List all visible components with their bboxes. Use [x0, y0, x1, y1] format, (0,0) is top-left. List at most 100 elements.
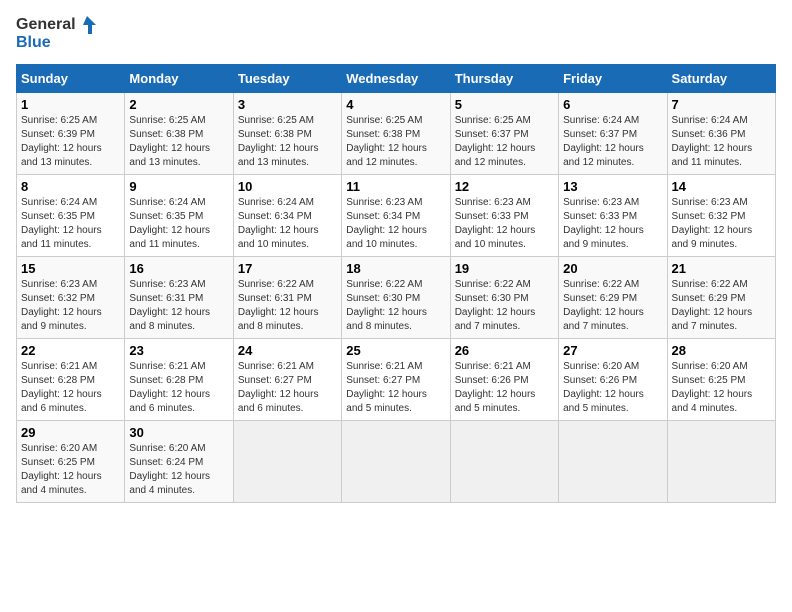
weekday-header: Saturday — [667, 65, 775, 93]
day-number: 8 — [21, 179, 120, 194]
day-info: Sunrise: 6:25 AMSunset: 6:37 PMDaylight:… — [455, 115, 536, 168]
day-number: 26 — [455, 343, 554, 358]
calendar-cell: 5 Sunrise: 6:25 AMSunset: 6:37 PMDayligh… — [450, 93, 558, 175]
day-number: 14 — [672, 179, 771, 194]
day-info: Sunrise: 6:23 AMSunset: 6:31 PMDaylight:… — [129, 279, 210, 332]
calendar-week-row: 22 Sunrise: 6:21 AMSunset: 6:28 PMDaylig… — [17, 339, 776, 421]
calendar-cell: 1 Sunrise: 6:25 AMSunset: 6:39 PMDayligh… — [17, 93, 125, 175]
day-number: 20 — [563, 261, 662, 276]
day-info: Sunrise: 6:22 AMSunset: 6:29 PMDaylight:… — [672, 279, 753, 332]
calendar-cell: 15 Sunrise: 6:23 AMSunset: 6:32 PMDaylig… — [17, 257, 125, 339]
day-number: 2 — [129, 97, 228, 112]
calendar-cell: 22 Sunrise: 6:21 AMSunset: 6:28 PMDaylig… — [17, 339, 125, 421]
calendar-cell: 29 Sunrise: 6:20 AMSunset: 6:25 PMDaylig… — [17, 421, 125, 503]
calendar-cell: 25 Sunrise: 6:21 AMSunset: 6:27 PMDaylig… — [342, 339, 450, 421]
day-info: Sunrise: 6:20 AMSunset: 6:24 PMDaylight:… — [129, 443, 210, 496]
day-info: Sunrise: 6:23 AMSunset: 6:32 PMDaylight:… — [672, 197, 753, 250]
day-number: 10 — [238, 179, 337, 194]
day-info: Sunrise: 6:24 AMSunset: 6:35 PMDaylight:… — [129, 197, 210, 250]
day-number: 12 — [455, 179, 554, 194]
day-number: 15 — [21, 261, 120, 276]
calendar-cell: 11 Sunrise: 6:23 AMSunset: 6:34 PMDaylig… — [342, 175, 450, 257]
calendar-cell: 24 Sunrise: 6:21 AMSunset: 6:27 PMDaylig… — [233, 339, 341, 421]
day-info: Sunrise: 6:23 AMSunset: 6:32 PMDaylight:… — [21, 279, 102, 332]
weekday-header: Tuesday — [233, 65, 341, 93]
calendar-cell: 13 Sunrise: 6:23 AMSunset: 6:33 PMDaylig… — [559, 175, 667, 257]
day-info: Sunrise: 6:20 AMSunset: 6:25 PMDaylight:… — [21, 443, 102, 496]
day-number: 5 — [455, 97, 554, 112]
calendar-cell: 7 Sunrise: 6:24 AMSunset: 6:36 PMDayligh… — [667, 93, 775, 175]
day-info: Sunrise: 6:23 AMSunset: 6:33 PMDaylight:… — [563, 197, 644, 250]
day-number: 7 — [672, 97, 771, 112]
day-info: Sunrise: 6:20 AMSunset: 6:26 PMDaylight:… — [563, 361, 644, 414]
day-number: 3 — [238, 97, 337, 112]
day-number: 11 — [346, 179, 445, 194]
calendar-cell — [450, 421, 558, 503]
weekday-header: Thursday — [450, 65, 558, 93]
day-number: 17 — [238, 261, 337, 276]
day-number: 29 — [21, 425, 120, 440]
day-number: 6 — [563, 97, 662, 112]
day-info: Sunrise: 6:22 AMSunset: 6:29 PMDaylight:… — [563, 279, 644, 332]
calendar-header: SundayMondayTuesdayWednesdayThursdayFrid… — [17, 65, 776, 93]
day-number: 21 — [672, 261, 771, 276]
calendar-cell — [233, 421, 341, 503]
calendar-cell: 30 Sunrise: 6:20 AMSunset: 6:24 PMDaylig… — [125, 421, 233, 503]
calendar-cell: 18 Sunrise: 6:22 AMSunset: 6:30 PMDaylig… — [342, 257, 450, 339]
logo: General Blue — [16, 16, 96, 52]
day-info: Sunrise: 6:20 AMSunset: 6:25 PMDaylight:… — [672, 361, 753, 414]
day-info: Sunrise: 6:25 AMSunset: 6:38 PMDaylight:… — [238, 115, 319, 168]
day-info: Sunrise: 6:21 AMSunset: 6:28 PMDaylight:… — [21, 361, 102, 414]
calendar-cell — [667, 421, 775, 503]
day-number: 4 — [346, 97, 445, 112]
calendar-cell: 21 Sunrise: 6:22 AMSunset: 6:29 PMDaylig… — [667, 257, 775, 339]
calendar-cell: 27 Sunrise: 6:20 AMSunset: 6:26 PMDaylig… — [559, 339, 667, 421]
day-number: 28 — [672, 343, 771, 358]
calendar-table: SundayMondayTuesdayWednesdayThursdayFrid… — [16, 64, 776, 503]
calendar-cell: 4 Sunrise: 6:25 AMSunset: 6:38 PMDayligh… — [342, 93, 450, 175]
calendar-cell: 9 Sunrise: 6:24 AMSunset: 6:35 PMDayligh… — [125, 175, 233, 257]
calendar-cell: 6 Sunrise: 6:24 AMSunset: 6:37 PMDayligh… — [559, 93, 667, 175]
calendar-cell: 16 Sunrise: 6:23 AMSunset: 6:31 PMDaylig… — [125, 257, 233, 339]
calendar-cell: 20 Sunrise: 6:22 AMSunset: 6:29 PMDaylig… — [559, 257, 667, 339]
day-info: Sunrise: 6:22 AMSunset: 6:31 PMDaylight:… — [238, 279, 319, 332]
calendar-cell: 12 Sunrise: 6:23 AMSunset: 6:33 PMDaylig… — [450, 175, 558, 257]
calendar-cell: 14 Sunrise: 6:23 AMSunset: 6:32 PMDaylig… — [667, 175, 775, 257]
calendar-cell: 28 Sunrise: 6:20 AMSunset: 6:25 PMDaylig… — [667, 339, 775, 421]
calendar-cell: 19 Sunrise: 6:22 AMSunset: 6:30 PMDaylig… — [450, 257, 558, 339]
calendar-week-row: 8 Sunrise: 6:24 AMSunset: 6:35 PMDayligh… — [17, 175, 776, 257]
day-number: 9 — [129, 179, 228, 194]
day-info: Sunrise: 6:21 AMSunset: 6:27 PMDaylight:… — [238, 361, 319, 414]
calendar-cell: 26 Sunrise: 6:21 AMSunset: 6:26 PMDaylig… — [450, 339, 558, 421]
calendar-cell — [342, 421, 450, 503]
day-info: Sunrise: 6:25 AMSunset: 6:39 PMDaylight:… — [21, 115, 102, 168]
day-info: Sunrise: 6:24 AMSunset: 6:34 PMDaylight:… — [238, 197, 319, 250]
weekday-header: Wednesday — [342, 65, 450, 93]
calendar-week-row: 15 Sunrise: 6:23 AMSunset: 6:32 PMDaylig… — [17, 257, 776, 339]
day-number: 19 — [455, 261, 554, 276]
calendar-cell: 2 Sunrise: 6:25 AMSunset: 6:38 PMDayligh… — [125, 93, 233, 175]
weekday-header: Friday — [559, 65, 667, 93]
page-header: General Blue — [16, 16, 776, 52]
calendar-cell — [559, 421, 667, 503]
day-number: 18 — [346, 261, 445, 276]
day-info: Sunrise: 6:24 AMSunset: 6:37 PMDaylight:… — [563, 115, 644, 168]
day-info: Sunrise: 6:24 AMSunset: 6:35 PMDaylight:… — [21, 197, 102, 250]
day-number: 1 — [21, 97, 120, 112]
calendar-cell: 23 Sunrise: 6:21 AMSunset: 6:28 PMDaylig… — [125, 339, 233, 421]
day-number: 22 — [21, 343, 120, 358]
logo-text: General Blue — [16, 16, 96, 52]
day-number: 23 — [129, 343, 228, 358]
calendar-week-row: 1 Sunrise: 6:25 AMSunset: 6:39 PMDayligh… — [17, 93, 776, 175]
calendar-cell: 8 Sunrise: 6:24 AMSunset: 6:35 PMDayligh… — [17, 175, 125, 257]
weekday-header: Monday — [125, 65, 233, 93]
day-info: Sunrise: 6:22 AMSunset: 6:30 PMDaylight:… — [455, 279, 536, 332]
day-info: Sunrise: 6:23 AMSunset: 6:34 PMDaylight:… — [346, 197, 427, 250]
day-number: 13 — [563, 179, 662, 194]
day-info: Sunrise: 6:23 AMSunset: 6:33 PMDaylight:… — [455, 197, 536, 250]
day-info: Sunrise: 6:25 AMSunset: 6:38 PMDaylight:… — [346, 115, 427, 168]
day-number: 25 — [346, 343, 445, 358]
day-number: 30 — [129, 425, 228, 440]
calendar-week-row: 29 Sunrise: 6:20 AMSunset: 6:25 PMDaylig… — [17, 421, 776, 503]
day-info: Sunrise: 6:21 AMSunset: 6:27 PMDaylight:… — [346, 361, 427, 414]
